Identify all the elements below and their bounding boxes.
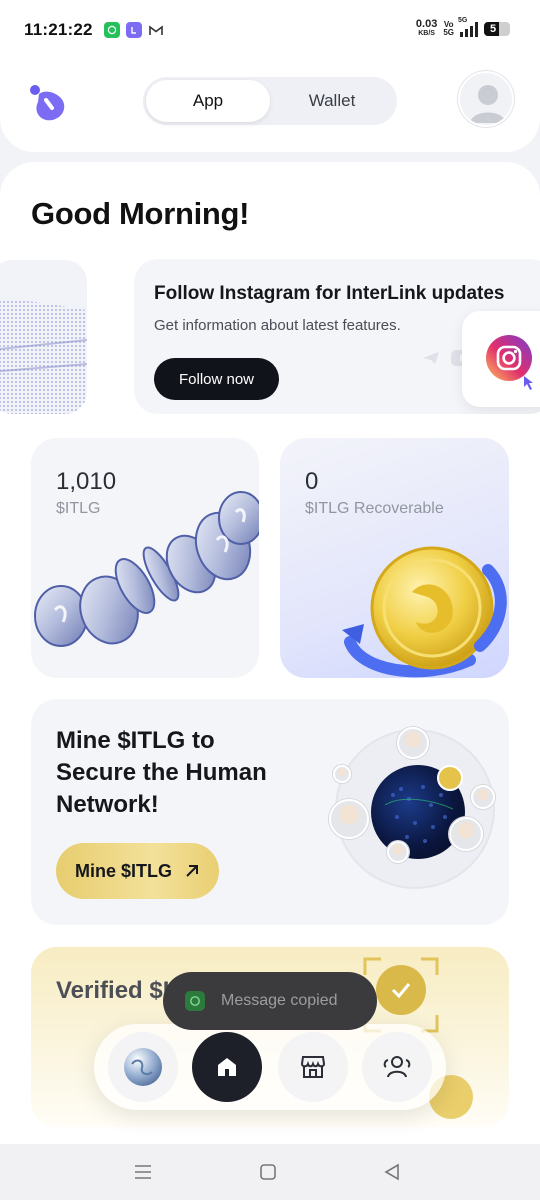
telegram-icon <box>423 352 439 364</box>
home-icon <box>218 1058 236 1076</box>
recoverable-unit: $ITLG Recoverable <box>305 500 444 517</box>
carousel-card-previous[interactable] <box>0 260 87 414</box>
tab-wallet[interactable]: Wallet <box>270 80 394 122</box>
verified-title: Verified $I <box>56 977 170 1004</box>
interlink-logo[interactable] <box>26 80 70 124</box>
people-icon <box>383 1056 411 1078</box>
coin-badge <box>437 765 463 791</box>
mine-itlg-button[interactable]: Mine $ITLG <box>56 843 219 899</box>
coins-illustration <box>34 491 259 647</box>
back-nav-button[interactable] <box>380 1160 404 1184</box>
menu-icon <box>135 1165 151 1179</box>
mine-title: Mine $ITLG to Secure the Human Network! <box>56 727 267 818</box>
user-avatar <box>397 727 429 759</box>
app-icon <box>126 22 142 38</box>
gmail-icon <box>148 22 164 38</box>
whatsapp-icon <box>185 991 205 1011</box>
itlg-recoverable-card[interactable]: 0 $ITLG Recoverable <box>280 438 509 678</box>
message-copied-toast: Message copied <box>163 972 377 1030</box>
promo-title: Follow Instagram for InterLink updates <box>154 283 505 304</box>
user-avatar <box>449 817 483 851</box>
volte-indicator: Vo 5G <box>443 20 454 37</box>
user-avatar <box>333 765 351 783</box>
dock-home-button[interactable] <box>192 1032 262 1102</box>
system-navigation-bar <box>0 1144 540 1200</box>
home-nav-button[interactable] <box>256 1160 280 1184</box>
app-wallet-toggle: App Wallet <box>143 77 397 125</box>
arrow-up-right-icon <box>186 865 198 877</box>
mine-button-label: Mine $ITLG <box>74 860 172 881</box>
tab-app[interactable]: App <box>146 80 270 122</box>
network-speed: 0.03 KB/S <box>415 18 438 38</box>
user-avatar <box>329 799 369 839</box>
square-icon <box>260 1164 276 1180</box>
gold-coin-illustration <box>342 546 507 678</box>
whatsapp-icon <box>104 22 120 38</box>
instagram-tile <box>462 311 540 407</box>
menu-nav-button[interactable] <box>131 1160 155 1184</box>
follow-now-button[interactable]: Follow now <box>154 358 279 400</box>
dock-people-button[interactable] <box>362 1032 432 1102</box>
bottom-dock <box>94 1024 446 1110</box>
battery-icon: 5 <box>484 22 510 36</box>
instagram-promo-card[interactable]: Follow Instagram for InterLink updates G… <box>134 259 540 414</box>
notification-icons <box>104 22 164 38</box>
back-icon <box>384 1163 399 1181</box>
promo-subtitle: Get information about latest features. <box>154 317 401 334</box>
store-icon <box>300 1056 326 1078</box>
greeting-title: Good Morning! <box>31 196 250 231</box>
status-time: 11:21:22 <box>24 20 93 39</box>
status-bar: 11:21:22 0.03 KB/S Vo 5G 5G 5 <box>0 0 540 58</box>
user-avatar <box>387 841 409 863</box>
signal-icon: 5G <box>458 17 478 37</box>
toast-text: Message copied <box>221 992 338 1009</box>
itlg-balance-card[interactable]: 1,010 $ITLG <box>31 438 259 678</box>
app-header: App Wallet <box>0 58 540 152</box>
user-avatar <box>471 785 495 809</box>
profile-avatar[interactable] <box>458 71 514 127</box>
mine-itlg-card[interactable]: Mine $ITLG to Secure the Human Network! … <box>31 699 509 925</box>
globe-icon <box>124 1048 162 1086</box>
dock-store-button[interactable] <box>278 1032 348 1102</box>
recoverable-value: 0 <box>305 468 319 495</box>
cursor-icon <box>524 376 533 390</box>
dock-globe-button[interactable] <box>108 1032 178 1102</box>
